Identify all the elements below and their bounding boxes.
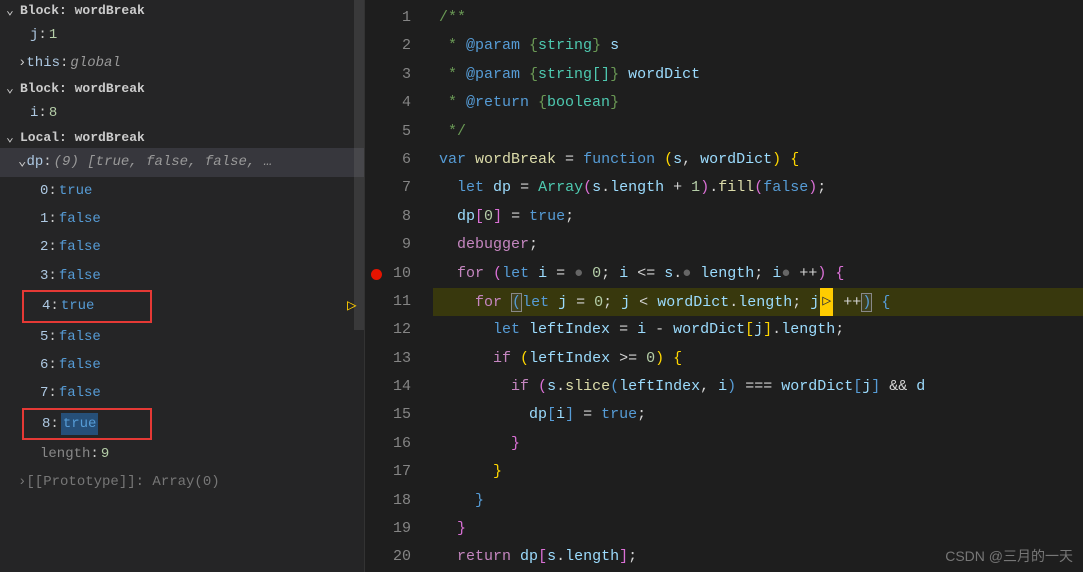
line-14: 14 <box>365 373 433 401</box>
code-l10: for (let i = ● 0; i <= s.● length; i● ++… <box>433 260 1083 288</box>
code-content[interactable]: /** * @param {string} s * @param {string… <box>433 0 1083 572</box>
line-8: 8 <box>365 203 433 231</box>
line-19: 19 <box>365 515 433 543</box>
code-l7: let dp = Array(s.length + 1).fill(false)… <box>433 174 1083 202</box>
scope-local-wordbreak[interactable]: ⌄ Local: wordBreak <box>0 127 364 148</box>
code-l13: if (leftIndex >= 0) { <box>433 345 1083 373</box>
dp-length[interactable]: length: 9 <box>0 440 364 468</box>
code-l2: * @param {string} s <box>433 32 1083 60</box>
debug-variables-panel[interactable]: ⌄ Block: wordBreak j: 1 › this: global ⌄… <box>0 0 365 572</box>
var-j[interactable]: j: 1 <box>0 21 364 49</box>
dp-item-7[interactable]: 7: false <box>0 379 364 407</box>
dp-item-5[interactable]: 5: false <box>0 323 364 351</box>
line-20: 20 <box>365 543 433 571</box>
chevron-down-icon: ⌄ <box>6 3 20 18</box>
chevron-down-icon: ⌄ <box>6 81 20 96</box>
code-l17: } <box>433 458 1083 486</box>
watermark: CSDN @三月的一天 <box>945 546 1073 566</box>
var-this[interactable]: › this: global <box>0 49 364 77</box>
code-l8: dp[0] = true; <box>433 203 1083 231</box>
line-1: 1 <box>365 4 433 32</box>
dp-item-4-highlighted[interactable]: 4: true <box>22 290 152 322</box>
dp-item-0[interactable]: 0: true <box>0 177 364 205</box>
dp-item-3[interactable]: 3: false <box>0 262 364 290</box>
dp-item-1[interactable]: 1: false <box>0 205 364 233</box>
dp-item-6[interactable]: 6: false <box>0 351 364 379</box>
dp-prototype[interactable]: ›[[Prototype]]: Array(0) <box>0 468 364 496</box>
line-12: 12 <box>365 316 433 344</box>
line-9: 9 <box>365 231 433 259</box>
code-l11-current: for (let j = 0; j < wordDict.length; j▷ … <box>433 288 1083 316</box>
line-10: 10 <box>365 260 433 288</box>
sidebar-scrollbar[interactable] <box>354 0 364 330</box>
code-l9: debugger; <box>433 231 1083 259</box>
current-line-arrow-icon: ▷ <box>347 292 357 320</box>
chevron-down-icon: ⌄ <box>6 130 20 145</box>
code-l15: dp[i] = true; <box>433 401 1083 429</box>
line-16: 16 <box>365 430 433 458</box>
chevron-down-icon: ⌄ <box>18 151 26 173</box>
var-i[interactable]: i: 8 <box>0 99 364 127</box>
var-key: j <box>30 24 38 46</box>
code-l12: let leftIndex = i - wordDict[j].length; <box>433 316 1083 344</box>
line-5: 5 <box>365 118 433 146</box>
var-preview: (9) [true, false, false, … <box>54 151 272 173</box>
var-key: this <box>26 52 60 74</box>
scope-label: Block: wordBreak <box>20 3 145 18</box>
code-l5: */ <box>433 118 1083 146</box>
scope-label: Block: wordBreak <box>20 81 145 96</box>
line-4: 4 <box>365 89 433 117</box>
var-value: global <box>70 52 120 74</box>
var-value: 1 <box>49 24 57 46</box>
line-7: 7 <box>365 174 433 202</box>
line-number-gutter: 1 2 3 4 5 6 7 8 9 10 ▷11 12 13 14 15 16 … <box>365 0 433 572</box>
var-key: dp <box>26 151 43 173</box>
var-value: 8 <box>49 102 57 124</box>
scope-block-wordbreak-1[interactable]: ⌄ Block: wordBreak <box>0 0 364 21</box>
chevron-right-icon: › <box>18 52 26 74</box>
line-2: 2 <box>365 32 433 60</box>
breakpoint-icon[interactable] <box>371 269 382 280</box>
code-l3: * @param {string[]} wordDict <box>433 61 1083 89</box>
chevron-right-icon: › <box>18 471 26 493</box>
code-l6: var wordBreak = function (s, wordDict) { <box>433 146 1083 174</box>
code-editor[interactable]: 1 2 3 4 5 6 7 8 9 10 ▷11 12 13 14 15 16 … <box>365 0 1083 572</box>
line-17: 17 <box>365 458 433 486</box>
code-l1: /** <box>433 4 1083 32</box>
dp-item-2[interactable]: 2: false <box>0 233 364 261</box>
scope-label: Local: wordBreak <box>20 130 145 145</box>
var-key: i <box>30 102 38 124</box>
step-arrow-icon: ▷ <box>820 288 833 316</box>
code-l14: if (s.slice(leftIndex, i) === wordDict[j… <box>433 373 1083 401</box>
line-13: 13 <box>365 345 433 373</box>
code-l4: * @return {boolean} <box>433 89 1083 117</box>
code-l19: } <box>433 515 1083 543</box>
scope-block-wordbreak-2[interactable]: ⌄ Block: wordBreak <box>0 78 364 99</box>
line-18: 18 <box>365 487 433 515</box>
line-15: 15 <box>365 401 433 429</box>
code-l18: } <box>433 487 1083 515</box>
line-3: 3 <box>365 61 433 89</box>
line-6: 6 <box>365 146 433 174</box>
var-dp[interactable]: ⌄ dp: (9) [true, false, false, … <box>0 148 364 176</box>
dp-item-8-highlighted[interactable]: 8: true <box>22 408 152 440</box>
line-11-current: ▷11 <box>365 288 433 316</box>
code-l16: } <box>433 430 1083 458</box>
